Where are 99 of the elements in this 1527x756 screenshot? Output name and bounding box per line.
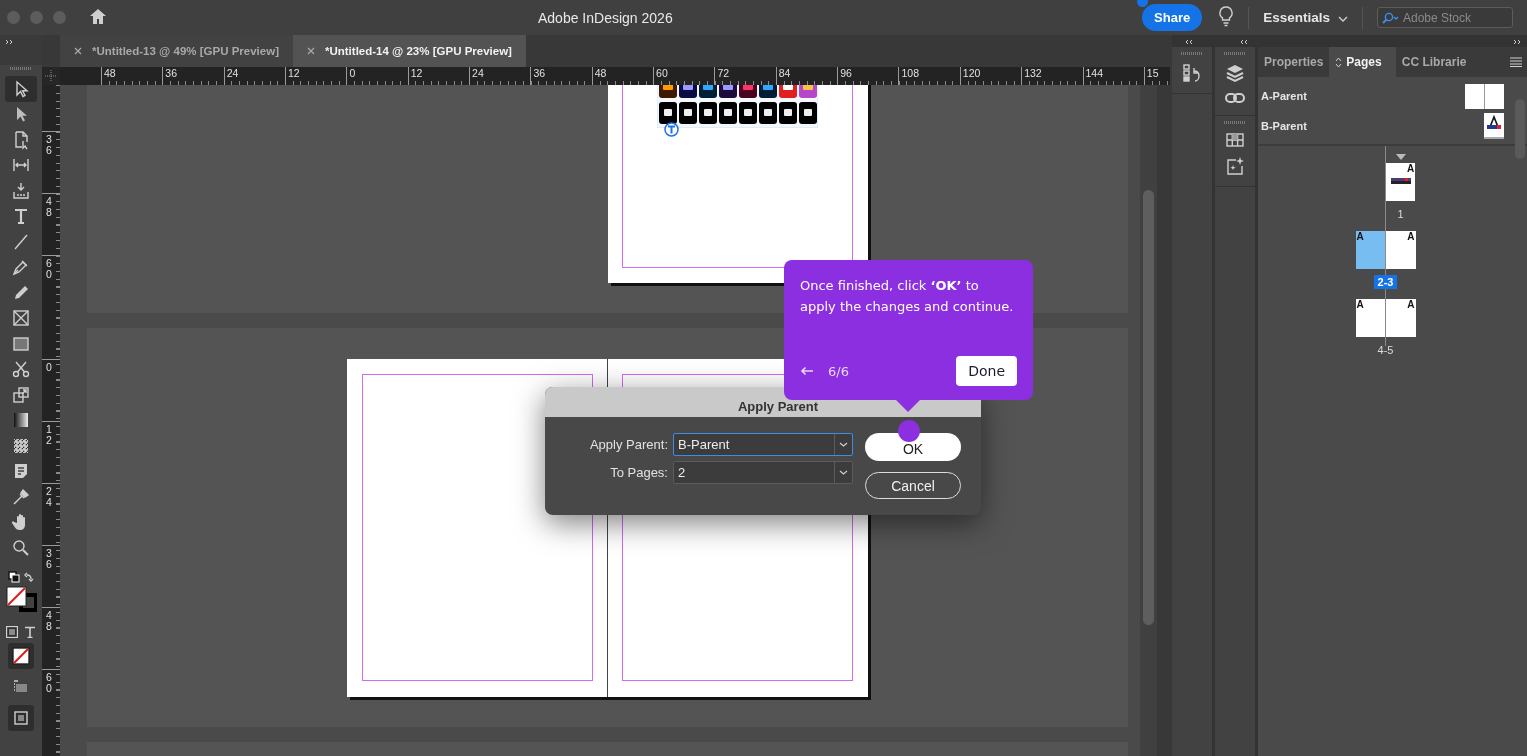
ruler-label: 36 — [532, 67, 547, 79]
container-format-icon — [6, 625, 18, 638]
document-tab[interactable]: *Untitled-13 @ 49% [GPU Preview] — [60, 35, 293, 67]
ruler-label: 60 — [46, 258, 53, 279]
zoom-icon — [11, 537, 31, 558]
ruler-label: 0 — [46, 362, 53, 373]
panel-tab[interactable]: CC Librarie — [1395, 47, 1473, 77]
double-chevron-icon — [1240, 39, 1249, 45]
panel-tab[interactable]: Properties — [1258, 47, 1330, 77]
back-arrow-icon — [800, 366, 814, 376]
chevron-down-icon — [839, 442, 848, 447]
sparkle-frame-icon — [1225, 156, 1245, 176]
ruler-label: 84 — [777, 67, 792, 79]
list-undo-icon — [1182, 63, 1202, 83]
menu-icon — [1510, 57, 1522, 67]
coach-text: Once finished, click ‘OK’ to apply the changes and continue. — [800, 277, 1015, 316]
scrollbar-thumb[interactable] — [1515, 99, 1525, 159]
parent-prefix: A — [1407, 231, 1415, 242]
page-thumbnail[interactable]: A — [1385, 163, 1416, 201]
text-frame-badge-icon — [664, 122, 679, 137]
ruler-label: 36 — [46, 134, 53, 155]
ruler-label: 60 — [655, 67, 669, 79]
transform-icon — [11, 384, 31, 405]
workspace-menu[interactable]: Essentials — [1263, 10, 1330, 25]
parent-name[interactable]: A-Parent — [1261, 90, 1307, 102]
parent-name[interactable]: B-Parent — [1261, 120, 1307, 132]
ruler-origin-icon — [45, 70, 57, 82]
preview-button[interactable] — [8, 704, 34, 731]
step-counter: 6/6 — [828, 363, 849, 379]
sort-arrows-icon — [1335, 56, 1343, 68]
page-number[interactable]: 2-3 — [1373, 275, 1398, 289]
ruler-label: 48 — [46, 610, 53, 631]
page-number[interactable]: 1 — [1393, 207, 1408, 221]
screen-mode-icon — [12, 678, 30, 695]
ruler-label: 24 — [46, 486, 53, 507]
triangle-marker-icon — [1395, 154, 1406, 160]
selection-tool[interactable] — [5, 76, 37, 102]
page-thumbnail[interactable]: A A — [1355, 299, 1416, 337]
ruler-label: 0 — [348, 67, 357, 79]
parent-thumbnail[interactable] — [1484, 113, 1504, 139]
ruler-label: 24 — [225, 67, 240, 79]
field-label: To Pages: — [609, 465, 668, 480]
ruler-label: 132 — [1023, 67, 1043, 79]
none-swatch-icon — [12, 646, 30, 665]
grid-icon — [1225, 132, 1245, 148]
window-title: Adobe InDesign 2026 — [538, 9, 673, 26]
page-thumbnail[interactable]: A A — [1355, 231, 1416, 269]
ruler-label: 36 — [46, 548, 53, 569]
apply-none-button[interactable] — [8, 642, 34, 669]
ruler-label: 12 — [287, 67, 301, 79]
dropdown-field[interactable]: 2 — [673, 461, 853, 484]
panel-tab[interactable]: Pages — [1329, 47, 1396, 77]
scissors-icon — [11, 359, 31, 380]
dialog-title: Apply Parent — [737, 398, 819, 414]
ruler-label: 24 — [471, 67, 485, 79]
ruler-label: 48 — [593, 67, 608, 79]
preview-icon — [13, 709, 29, 726]
chevron-down-icon — [839, 470, 848, 475]
parent-prefix: A — [1356, 299, 1364, 310]
parent-prefix: A — [1407, 163, 1415, 174]
double-chevron-icon — [1185, 39, 1194, 45]
ruler-label: 60 — [46, 672, 53, 693]
ok-button[interactable]: OK — [865, 433, 961, 461]
double-chevron-icon — [5, 39, 14, 45]
ruler-label: 15 — [1145, 67, 1160, 79]
close-icon — [74, 47, 82, 55]
ruler-label: 108 — [900, 67, 920, 79]
ruler-label: 120 — [961, 67, 982, 79]
lightbulb-icon — [1218, 5, 1235, 27]
dropdown-field[interactable]: B-Parent — [673, 433, 853, 456]
home-icon — [88, 7, 108, 25]
ruler-label: 12 — [409, 67, 424, 79]
crossed-frame-icon — [11, 308, 31, 329]
text-format-icon — [24, 625, 36, 638]
share-button[interactable]: Share — [1142, 4, 1203, 31]
ruler-label: 12 — [46, 424, 53, 445]
collector-icon — [11, 180, 31, 201]
page-number[interactable]: 4-5 — [1373, 343, 1398, 357]
eyedropper-icon — [11, 486, 31, 507]
search-icon — [1381, 12, 1399, 24]
parent-prefix: A — [1356, 231, 1364, 242]
scrollbar-thumb[interactable] — [1143, 190, 1154, 625]
parent-thumbnail[interactable] — [1465, 83, 1504, 109]
layers-icon — [1225, 63, 1245, 83]
document-tab[interactable]: *Untitled-14 @ 23% [GPU Preview] — [292, 35, 526, 67]
ruler-label: 96 — [839, 67, 853, 79]
double-chevron-icon — [1513, 39, 1522, 45]
ruler-label: 48 — [46, 196, 53, 217]
ruler-label: 144 — [1084, 67, 1105, 79]
ruler-label: 48 — [103, 67, 117, 79]
close-icon — [306, 47, 315, 55]
search-field[interactable]: Adobe Stock — [1377, 7, 1513, 28]
chevron-down-icon — [1338, 15, 1348, 22]
ruler-label: 36 — [164, 67, 179, 79]
done-button[interactable]: Done — [956, 356, 1017, 386]
field-label: Apply Parent: — [588, 437, 668, 452]
ruler-label: 72 — [716, 67, 731, 79]
link-icon — [1225, 91, 1245, 105]
parent-prefix: A — [1407, 299, 1415, 310]
